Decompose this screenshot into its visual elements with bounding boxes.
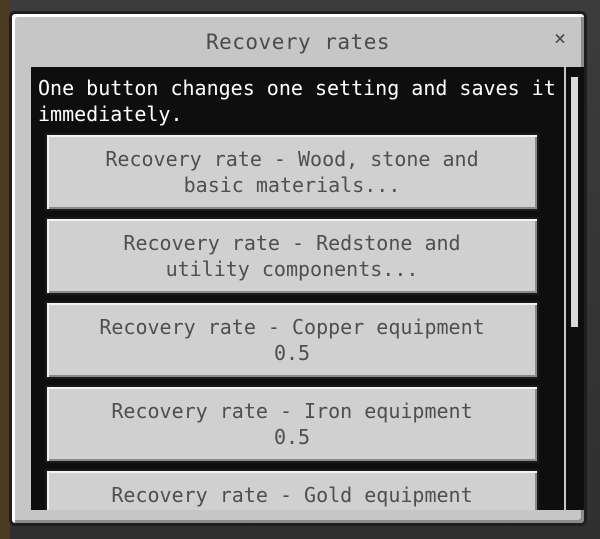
button-value: 0.5 [273, 341, 311, 365]
recovery-rate-redstone-button[interactable]: Recovery rate - Redstone and utility com… [45, 217, 539, 295]
button-label-line2: utility components... [165, 257, 419, 281]
recovery-rate-copper-button[interactable]: Recovery rate - Copper equipment 0.5 [45, 301, 539, 379]
button-label-line1: Recovery rate - Wood, stone and [105, 147, 479, 171]
recovery-rate-iron-button[interactable]: Recovery rate - Iron equipment 0.5 [45, 385, 539, 463]
dialog-title: Recovery rates [205, 30, 390, 54]
scrollbar-thumb[interactable] [571, 77, 578, 327]
recovery-rate-wood-stone-button[interactable]: Recovery rate - Wood, stone and basic ma… [45, 133, 539, 211]
button-label-line2: basic materials... [183, 173, 401, 197]
close-icon[interactable]: × [548, 26, 572, 50]
intro-text: One button changes one setting and saves… [38, 76, 556, 126]
button-value: 0.5 [273, 425, 311, 449]
button-label-line1: Recovery rate - Copper equipment [99, 315, 485, 339]
button-label-line1: Recovery rate - Redstone and [123, 231, 461, 255]
recovery-rate-gold-button[interactable]: Recovery rate - Gold equipment [45, 469, 539, 510]
button-label-line1: Recovery rate - Gold equipment [111, 483, 473, 507]
settings-list[interactable]: One button changes one setting and saves… [31, 67, 564, 510]
button-label-line1: Recovery rate - Iron equipment [111, 399, 473, 423]
scrollbar[interactable] [566, 67, 584, 510]
recovery-rates-dialog: Recovery rates × One button changes one … [9, 11, 587, 526]
